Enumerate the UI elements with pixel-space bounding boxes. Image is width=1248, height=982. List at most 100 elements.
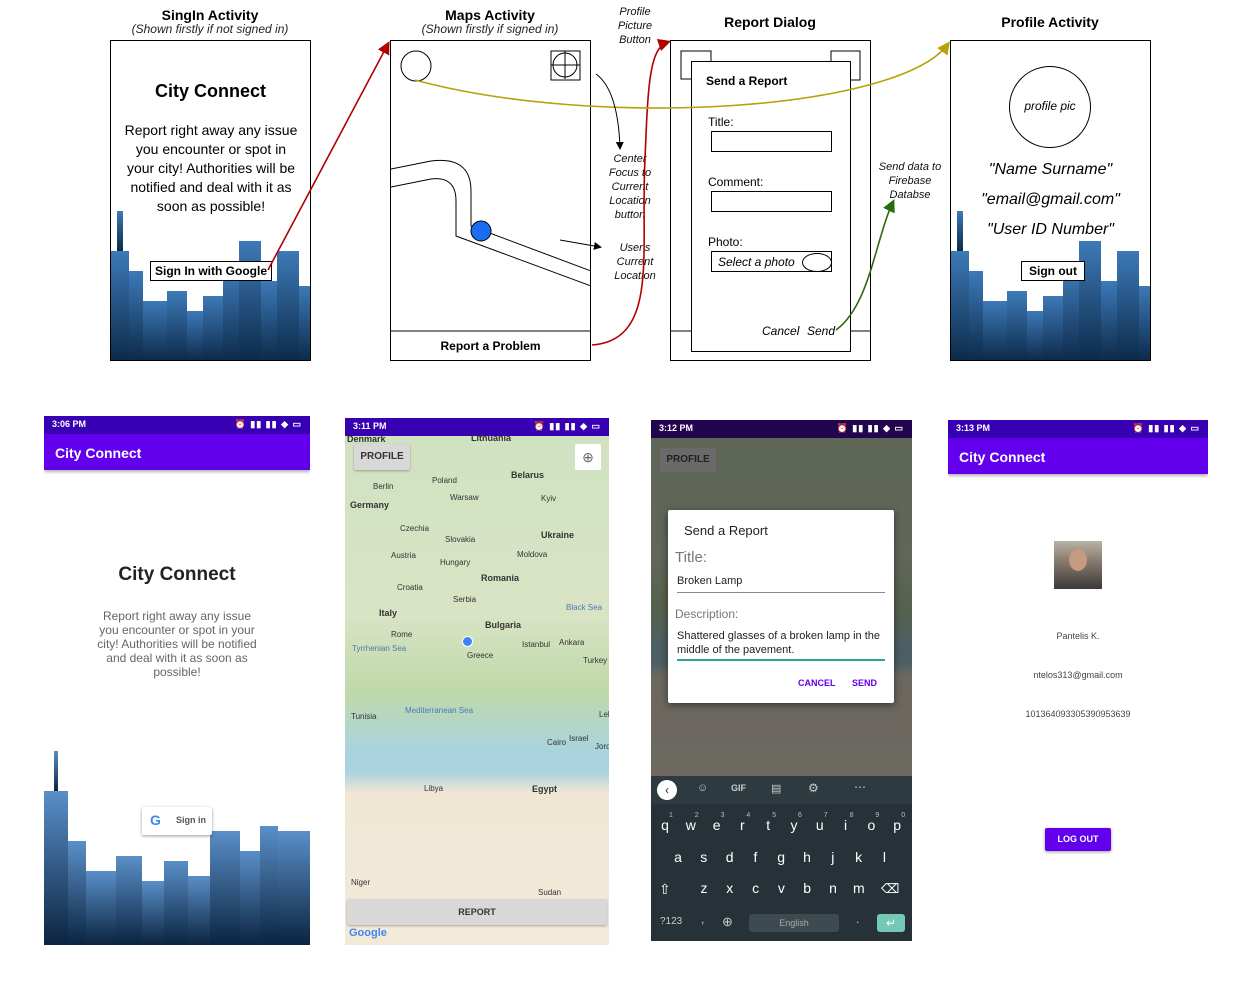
status-icons: ⏰ ▮▮ ▮▮ ◆ ▭ bbox=[234, 419, 302, 429]
key-u[interactable]: u bbox=[808, 810, 832, 840]
map-label: Warsaw bbox=[450, 493, 479, 502]
key-p[interactable]: p bbox=[885, 810, 909, 840]
maps-screen: 3:11 PM ⏰ ▮▮ ▮▮ ◆ ▭ Denmark Lithuania Bela… bbox=[345, 418, 609, 945]
google-logo: Google bbox=[349, 927, 387, 939]
more-icon[interactable]: ⋯ bbox=[854, 780, 866, 794]
shift-icon[interactable]: ⇧ bbox=[659, 881, 671, 898]
gif-button[interactable]: GIF bbox=[731, 783, 746, 793]
key-z[interactable]: z bbox=[692, 873, 716, 903]
key-w[interactable]: w bbox=[679, 810, 703, 840]
app-bar-title: City Connect bbox=[959, 449, 1046, 465]
clipboard-icon[interactable]: ▤ bbox=[771, 782, 781, 795]
send-button[interactable]: SEND bbox=[852, 678, 877, 688]
arrow-center-focus bbox=[595, 73, 624, 150]
map-label: Hungary bbox=[440, 558, 471, 567]
space-key[interactable]: English bbox=[749, 914, 839, 932]
title-input[interactable]: Broken Lamp bbox=[677, 575, 885, 593]
status-icons: ⏰ ▮▮ ▮▮ ◆ ▭ bbox=[533, 421, 601, 431]
key-l[interactable]: l bbox=[872, 842, 896, 872]
report-dialog: Send a Report Title: Broken Lamp Descrip… bbox=[668, 510, 894, 703]
my-location-icon[interactable]: ⊕ bbox=[575, 444, 601, 470]
key-b[interactable]: b bbox=[795, 873, 819, 903]
backspace-icon[interactable]: ⌫ bbox=[881, 881, 899, 897]
map-label: Tunisia bbox=[351, 712, 377, 721]
key-hint: 1 bbox=[669, 812, 673, 819]
map-label: Ukraine bbox=[541, 530, 575, 540]
app-bar-title: City Connect bbox=[55, 445, 142, 461]
description-label: Description: bbox=[675, 607, 739, 621]
map-label: Rome bbox=[391, 630, 413, 639]
map-label: Italy bbox=[379, 608, 398, 618]
report-screen: 3:12 PM ⏰ ▮▮ ▮▮ ◆ ▭ PROFILE Send a Repor… bbox=[651, 420, 912, 941]
key-y[interactable]: y bbox=[782, 810, 806, 840]
map-label: Serbia bbox=[453, 595, 477, 604]
keyboard-row-1: q1w2e3r4t5y6u7i8o9p0 bbox=[651, 810, 912, 840]
description-input[interactable]: Shattered glasses of a broken lamp in th… bbox=[677, 629, 885, 661]
key-m[interactable]: m bbox=[847, 873, 871, 903]
key-x[interactable]: x bbox=[718, 873, 742, 903]
symbols-key[interactable]: ?123 bbox=[660, 916, 682, 927]
key-k[interactable]: k bbox=[847, 842, 871, 872]
key-g[interactable]: g bbox=[769, 842, 793, 872]
globe-icon[interactable]: ⊕ bbox=[722, 914, 733, 930]
arrow-user-location bbox=[559, 239, 602, 250]
keyboard-toolbar: ‹ ☺ GIF ▤ ⚙ ⋯ bbox=[651, 776, 912, 804]
key-e[interactable]: e bbox=[705, 810, 729, 840]
map-label: Sudan bbox=[538, 888, 562, 897]
status-time: 3:11 PM bbox=[353, 421, 387, 431]
arrow-send-firebase bbox=[835, 199, 895, 331]
map-label: Israel bbox=[569, 734, 589, 743]
google-icon: G bbox=[150, 812, 161, 828]
key-a[interactable]: a bbox=[666, 842, 690, 872]
enter-icon[interactable]: ↵ bbox=[877, 914, 905, 932]
key-hint: 7 bbox=[823, 812, 828, 819]
signin-screen: 3:06 PM ⏰ ▮▮ ▮▮ ◆ ▭ City Connect City Co… bbox=[44, 416, 310, 945]
map-label: Egypt bbox=[532, 784, 558, 794]
key-hint: 3 bbox=[720, 812, 725, 819]
key-hint: 6 bbox=[798, 812, 802, 819]
key-hint: 8 bbox=[849, 812, 854, 819]
comma-key[interactable]: , bbox=[701, 912, 704, 926]
key-t[interactable]: t bbox=[756, 810, 780, 840]
map-view[interactable] bbox=[345, 436, 609, 945]
logout-button[interactable]: LOG OUT bbox=[1045, 828, 1111, 851]
map-label: Germany bbox=[350, 500, 390, 510]
map-label: Lebanon bbox=[599, 710, 609, 719]
key-j[interactable]: j bbox=[821, 842, 845, 872]
sticker-icon[interactable]: ☺ bbox=[697, 782, 708, 794]
key-s[interactable]: s bbox=[692, 842, 716, 872]
key-v[interactable]: v bbox=[769, 873, 793, 903]
map-label: Black Sea bbox=[566, 603, 603, 612]
status-time: 3:13 PM bbox=[956, 423, 991, 433]
profile-button[interactable]: PROFILE bbox=[354, 444, 410, 470]
chevron-left-icon[interactable]: ‹ bbox=[657, 780, 677, 800]
map-label: Mediterranean Sea bbox=[405, 706, 474, 715]
arrow-maps-to-report bbox=[591, 38, 672, 346]
key-f[interactable]: f bbox=[743, 842, 767, 872]
report-button[interactable]: REPORT bbox=[347, 899, 607, 925]
key-i[interactable]: i bbox=[834, 810, 858, 840]
avatar-face bbox=[1069, 549, 1087, 571]
key-o[interactable]: o bbox=[859, 810, 883, 840]
map-label: Niger bbox=[351, 878, 371, 887]
city-skyline-image bbox=[44, 751, 310, 945]
map-label: Austria bbox=[391, 551, 416, 560]
map-label: Croatia bbox=[397, 583, 423, 592]
key-hint: 5 bbox=[772, 812, 777, 819]
key-d[interactable]: d bbox=[718, 842, 742, 872]
gear-icon[interactable]: ⚙ bbox=[808, 781, 819, 795]
profile-name: Pantelis K. bbox=[1056, 631, 1100, 641]
key-q[interactable]: q bbox=[653, 810, 677, 840]
period-key[interactable]: . bbox=[856, 912, 859, 926]
map-label: Belarus bbox=[511, 470, 545, 480]
google-signin-button[interactable]: G Sign in bbox=[142, 807, 212, 835]
key-c[interactable]: c bbox=[744, 873, 768, 903]
profile-email: ntelos313@gmail.com bbox=[1033, 670, 1123, 680]
key-h[interactable]: h bbox=[795, 842, 819, 872]
arrow-signin-to-maps bbox=[267, 41, 390, 271]
cancel-button[interactable]: CANCEL bbox=[798, 678, 836, 688]
soft-keyboard: ‹ ☺ GIF ▤ ⚙ ⋯ q1w2e3r4t5y6u7i8o9p0 asdfg… bbox=[651, 776, 912, 941]
key-r[interactable]: r bbox=[730, 810, 754, 840]
key-n[interactable]: n bbox=[821, 873, 845, 903]
app-bar: City Connect bbox=[44, 434, 310, 470]
